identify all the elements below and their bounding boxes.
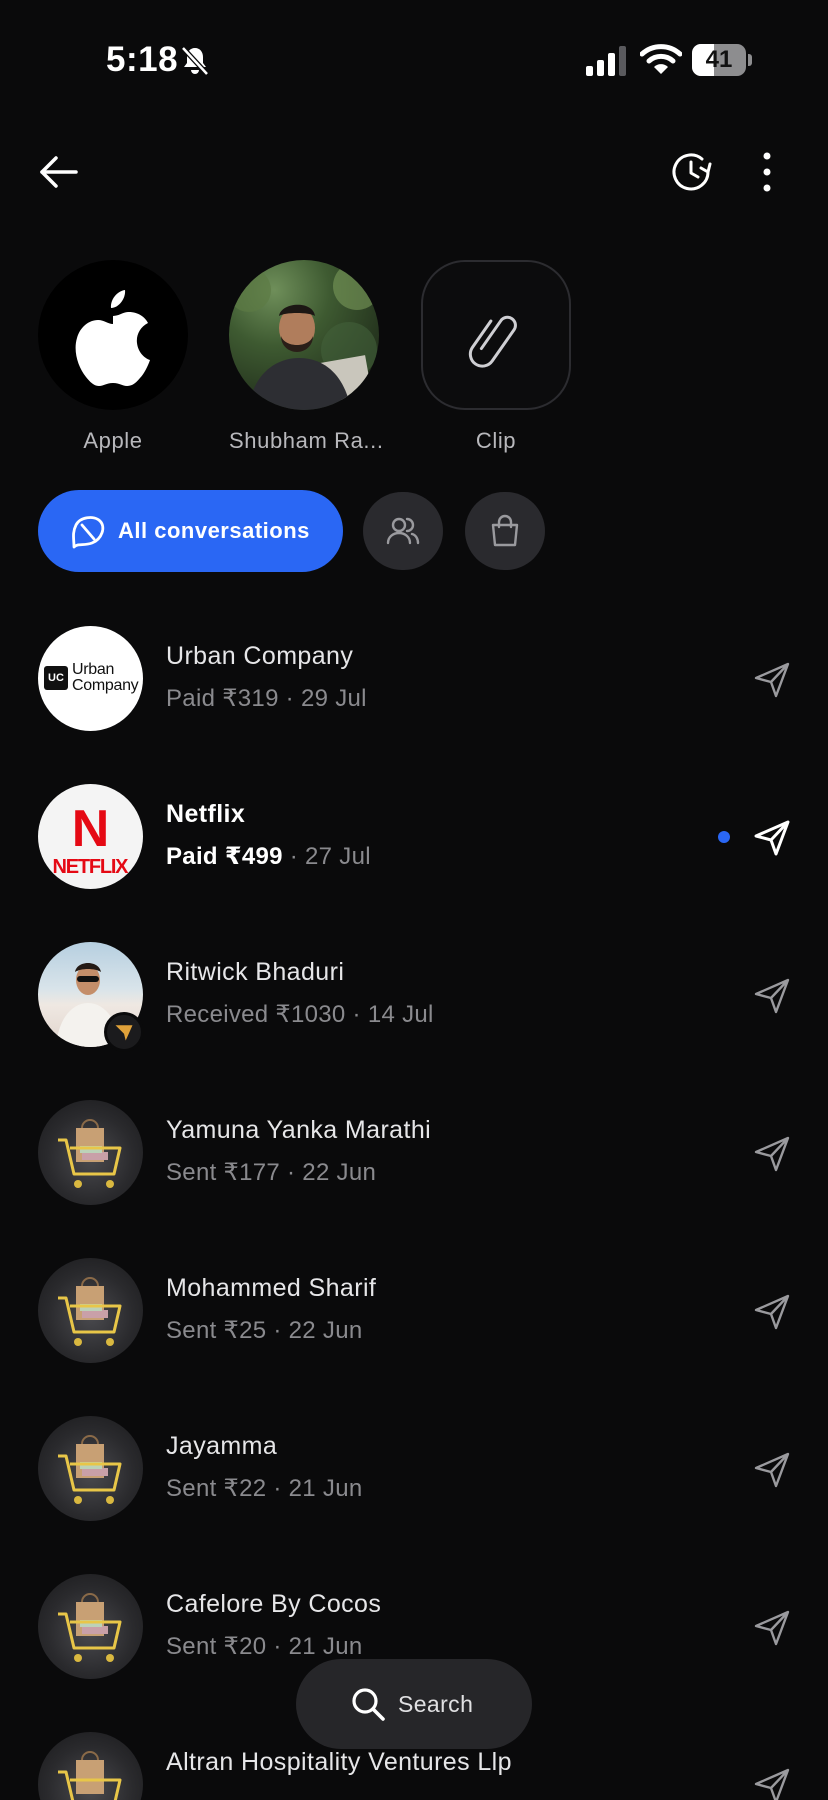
people-filter[interactable] [363,492,443,570]
uc-wordmark: Urban Company [72,661,139,694]
send-icon[interactable] [752,818,792,858]
paperclip-icon [468,315,517,368]
contact-name: Urban Company [166,642,354,670]
shopping-bag-icon [491,514,519,547]
send-icon[interactable] [752,1292,792,1332]
uc-box: UC [44,666,68,690]
group-icon [386,517,420,545]
person-silhouette [229,262,379,410]
cart-illustration [58,1593,122,1662]
transaction-date: · 21 Jun [266,1633,363,1660]
netflix-logo: N NETFLIX [38,784,143,889]
battery-level: 41 [705,46,733,73]
uc-line-1: Urban [72,661,115,678]
apple-avatar [38,260,188,410]
transaction-date: · 27 Jul [282,843,371,870]
person-photo [229,260,379,410]
quick-contact-shubham[interactable]: Shubham Ra... [229,260,384,454]
wifi-icon [640,44,682,74]
last-transaction: Sent ₹25 · 22 Jun [166,1316,363,1345]
send-icon[interactable] [752,1608,792,1648]
shopping-cart-image [38,1574,143,1679]
battery-nub [748,54,752,66]
all-conversations-filter[interactable]: All conversations [38,490,343,572]
status-bar: 5:18 41 [0,0,828,120]
star-badge-icon [115,1025,133,1041]
shopping-cart-image [38,1258,143,1363]
urban-company-logo: UC Urban Company [38,626,143,731]
unread-dot [718,831,730,843]
transaction-amount: Received ₹1030 [166,1001,346,1028]
transaction-amount: Sent ₹25 [166,1317,267,1344]
netflix-letter: N [72,800,110,858]
send-icon[interactable] [752,660,792,700]
more-vertical-icon[interactable] [752,150,782,194]
last-transaction: Received ₹1030 · 14 Jul [166,1000,434,1029]
last-transaction: Sent ₹22 · 21 Jun [166,1474,363,1503]
contact-name: Ritwick Bhaduri [166,958,345,986]
transaction-amount: Sent ₹177 [166,1159,281,1186]
cart-illustration [58,1751,122,1800]
conversation-row[interactable]: Ritwick Bhaduri Received ₹1030 · 14 Jul [0,942,828,1100]
cart-illustration [58,1277,122,1346]
filter-label: All conversations [118,518,310,543]
search-button[interactable]: Search [296,1659,532,1749]
transaction-amount: Paid ₹319 [166,685,279,712]
last-transaction: Paid ₹319 · 29 Jul [166,684,367,713]
contact-name: Netflix [166,800,246,828]
cellular-signal-icon [586,46,626,76]
transaction-date: · 14 Jul [345,1001,434,1028]
battery-icon: 41 [692,44,752,76]
send-icon[interactable] [752,976,792,1016]
battery-shell: 41 [692,44,746,76]
search-label: Search [398,1691,474,1717]
quick-contact-label: Apple [83,428,143,453]
transaction-date: · 29 Jul [278,685,367,712]
quick-contact-apple[interactable]: Apple [38,260,188,454]
uc-line-2: Company [72,677,139,694]
transaction-amount: Paid ₹499 [166,843,283,870]
shopping-cart-image [38,1416,143,1521]
shopping-cart-image [38,1100,143,1205]
back-arrow-icon[interactable] [36,150,80,194]
conversation-row[interactable]: Mohammed Sharif Sent ₹25 · 22 Jun [0,1258,828,1416]
transaction-amount: Sent ₹20 [166,1633,267,1660]
netflix-mark: N NETFLIX [53,800,130,878]
premium-badge [104,1012,144,1052]
conversation-row[interactable]: Yamuna Yanka Marathi Sent ₹177 · 22 Jun [0,1100,828,1258]
contact-name: Cafelore By Cocos [166,1590,382,1618]
shopping-cart-image [38,1732,143,1800]
chat-leaf-icon [72,516,105,549]
contact-name: Altran Hospitality Ventures Llp [166,1748,512,1776]
conversation-row[interactable]: UC Urban Company Urban Company Paid ₹319 … [0,626,828,784]
shopping-filter[interactable] [465,492,545,570]
send-icon[interactable] [752,1450,792,1490]
history-icon[interactable] [668,148,716,196]
conversation-row[interactable]: Jayamma Sent ₹22 · 21 Jun [0,1416,828,1574]
last-transaction: Sent ₹177 · 22 Jun [166,1158,376,1187]
contact-name: Yamuna Yanka Marathi [166,1116,432,1144]
send-icon[interactable] [752,1134,792,1174]
transaction-date: · 21 Jun [266,1475,363,1502]
quick-contact-label: Clip [475,428,517,453]
search-icon [352,1688,385,1721]
transaction-amount: Sent ₹22 [166,1475,267,1502]
bell-slash-icon [181,46,209,76]
cart-illustration [58,1119,122,1188]
contact-name: Jayamma [166,1432,278,1460]
conversation-row[interactable]: N NETFLIX Netflix Paid ₹499 · 27 Jul [0,784,828,942]
netflix-wordmark: NETFLIX [53,856,130,878]
last-transaction: Sent ₹20 · 21 Jun [166,1632,363,1661]
transaction-date: · 22 Jun [280,1159,377,1186]
quick-contact-clip[interactable]: Clip [421,260,571,454]
transaction-date: · 22 Jun [266,1317,363,1344]
apple-logo-icon [75,290,150,386]
cart-illustration [58,1435,122,1504]
quick-contact-label: Shubham Ra... [229,428,384,453]
clip-tile [421,260,571,410]
last-transaction: Paid ₹499 · 27 Jul [166,842,371,871]
status-time: 5:18 [106,40,179,79]
send-icon[interactable] [752,1766,792,1800]
contact-name: Mohammed Sharif [166,1274,377,1302]
